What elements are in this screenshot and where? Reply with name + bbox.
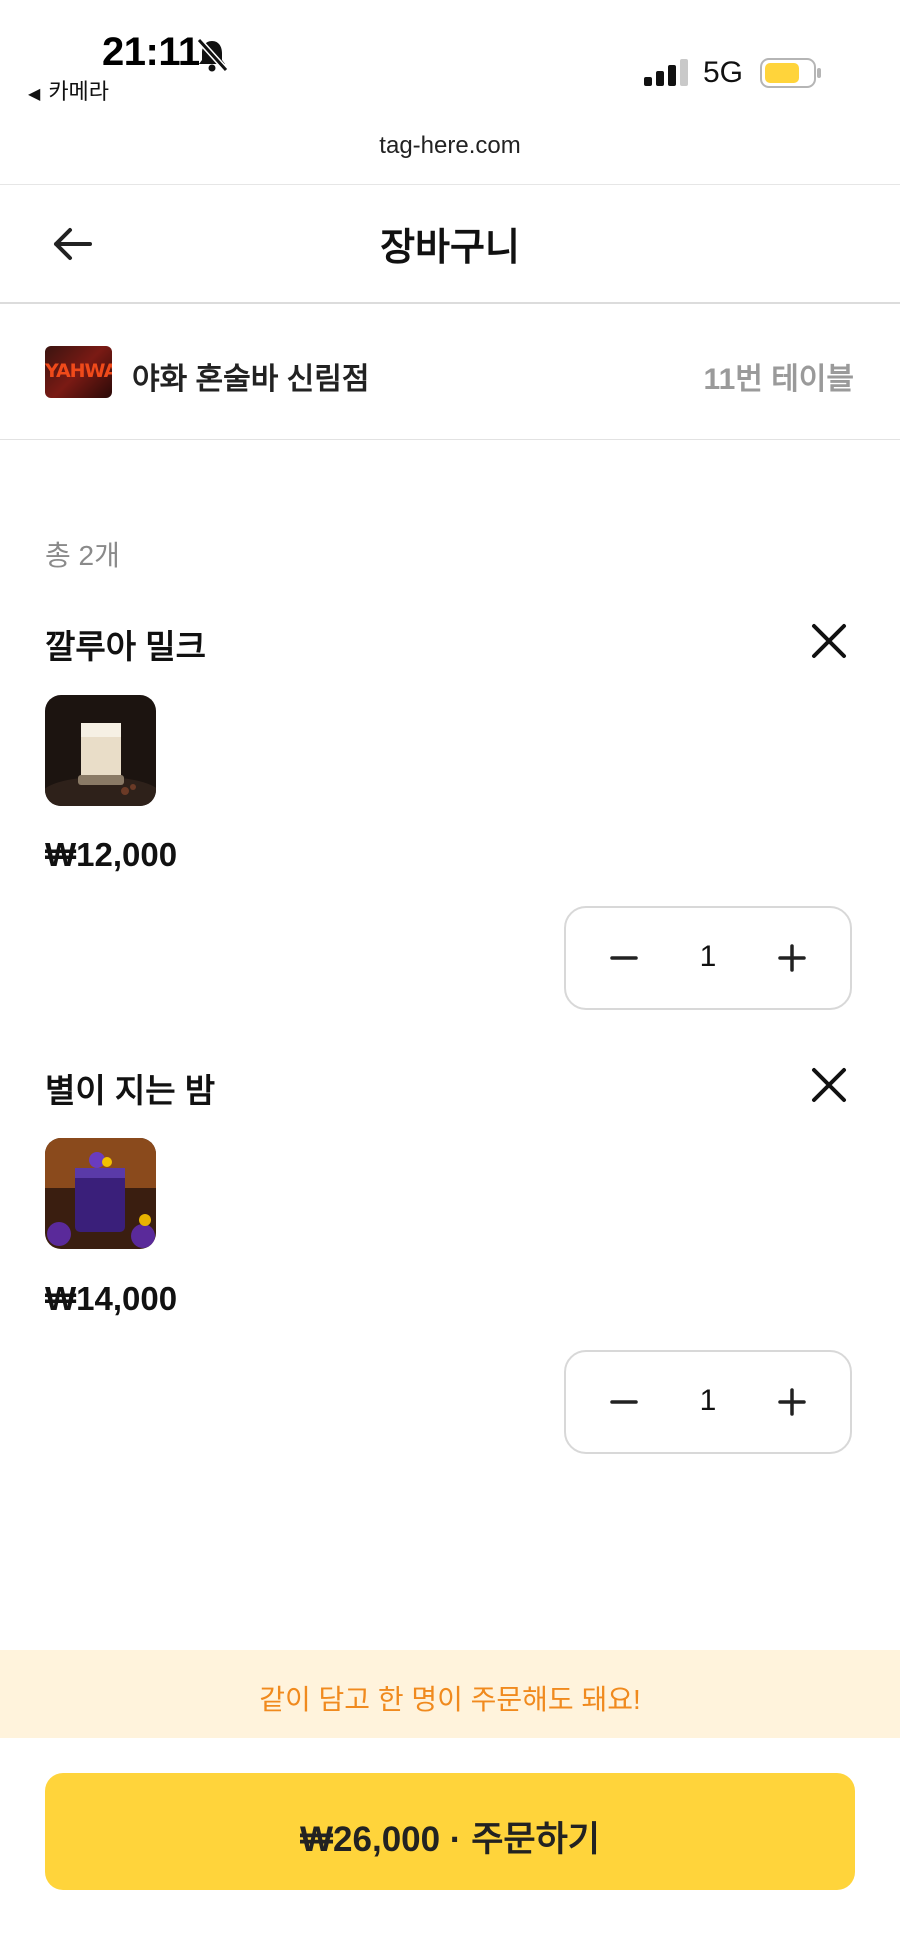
- promo-text: 같이 담고 한 명이 주문해도 돼요!: [259, 1684, 641, 1715]
- divider: [0, 184, 900, 185]
- bell-muted-icon: [196, 37, 229, 73]
- cart-total-count: 총 2개: [45, 540, 120, 571]
- quantity-stepper[interactable]: 1: [564, 906, 852, 1010]
- table-number: 11번 테이블: [703, 363, 854, 396]
- store-logo-text: YAHWA: [45, 360, 112, 382]
- status-time: 21:11: [102, 30, 200, 74]
- kahlua-milk-thumbnail: [45, 695, 156, 806]
- cart-item-price: ₩14,000: [45, 1280, 178, 1317]
- order-button[interactable]: ₩26,000 · 주문하기: [45, 1773, 855, 1890]
- cart-item-name: 깔루아 밀크: [45, 628, 206, 665]
- network-label: 5G: [703, 56, 744, 89]
- close-icon[interactable]: [808, 1064, 850, 1106]
- divider: [0, 302, 900, 304]
- cart-item-name: 별이 지는 밤: [45, 1072, 216, 1109]
- store-name: 야화 혼술바 신림점: [132, 363, 370, 396]
- back-app-label: 카메라: [48, 79, 110, 104]
- order-button-label: ₩26,000 · 주문하기: [300, 1820, 600, 1859]
- back-triangle-icon: ◀: [28, 86, 41, 103]
- url-bar[interactable]: tag-here.com: [0, 132, 900, 160]
- plus-icon[interactable]: [772, 1382, 812, 1422]
- starry-night-cocktail-thumbnail: [45, 1138, 156, 1249]
- cart-item-price: ₩12,000: [45, 836, 178, 873]
- quantity-stepper[interactable]: 1: [564, 1350, 852, 1454]
- signal-icon: [644, 59, 688, 86]
- battery-icon: [760, 58, 821, 88]
- close-icon[interactable]: [808, 620, 850, 662]
- divider: [0, 439, 900, 440]
- store-logo: YAHWA: [45, 346, 112, 398]
- page-title: 장바구니: [380, 227, 520, 269]
- back-to-app-link[interactable]: ◀ 카메라: [28, 74, 109, 106]
- plus-icon[interactable]: [772, 938, 812, 978]
